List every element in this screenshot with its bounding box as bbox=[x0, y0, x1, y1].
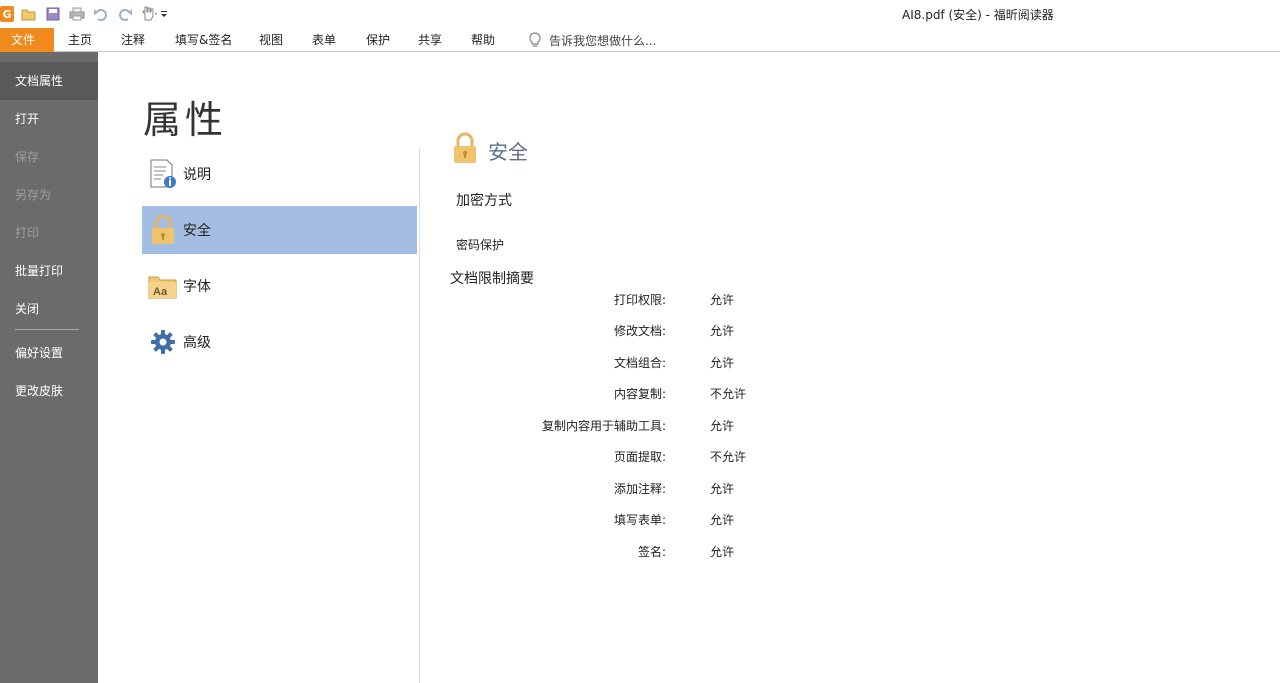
lightbulb-icon bbox=[529, 32, 541, 47]
permission-key: 内容复制: bbox=[613, 387, 666, 401]
document-info-icon bbox=[148, 158, 178, 190]
customize-dropdown-icon[interactable] bbox=[160, 5, 168, 23]
save-icon[interactable] bbox=[44, 5, 62, 23]
permission-key: 签名: bbox=[637, 545, 666, 559]
permission-key: 打印权限: bbox=[613, 293, 666, 307]
nav-item-document-properties[interactable]: 文档属性 bbox=[0, 62, 98, 100]
open-icon[interactable] bbox=[20, 5, 38, 23]
hand-tool-icon[interactable] bbox=[140, 5, 158, 23]
tab-form[interactable]: 表单 bbox=[312, 28, 336, 52]
nav-divider bbox=[15, 329, 79, 330]
permission-value: 允许 bbox=[710, 482, 735, 496]
category-advanced[interactable]: 高级 bbox=[142, 318, 417, 366]
tell-me-placeholder: 告诉我您想做什么... bbox=[549, 33, 657, 48]
permission-value: 允许 bbox=[710, 324, 735, 338]
tab-fill-sign[interactable]: 填写&签名 bbox=[175, 28, 232, 52]
category-description-label: 说明 bbox=[183, 167, 211, 183]
permission-key: 页面提取: bbox=[613, 450, 666, 464]
security-title: 安全 bbox=[488, 139, 528, 164]
tab-view[interactable]: 视图 bbox=[259, 28, 283, 52]
permission-key: 添加注释: bbox=[613, 482, 666, 496]
nav-item-preferences[interactable]: 偏好设置 bbox=[0, 334, 98, 372]
security-section-header: 安全 bbox=[452, 132, 528, 168]
permission-row: 填写表单: 允许 bbox=[470, 511, 790, 531]
permission-value: 不允许 bbox=[710, 387, 747, 401]
permission-key: 复制内容用于辅助工具: bbox=[541, 419, 666, 433]
category-security-label: 安全 bbox=[183, 223, 211, 239]
permission-value: 允许 bbox=[710, 513, 735, 527]
nav-item-print: 打印 bbox=[15, 226, 40, 240]
permission-row: 文档组合: 允许 bbox=[470, 354, 790, 374]
print-icon[interactable] bbox=[68, 5, 86, 23]
tell-me-search[interactable]: 告诉我您想做什么... bbox=[528, 28, 656, 52]
font-folder-icon: Aa bbox=[148, 270, 178, 302]
window-title: AI8.pdf (安全) - 福昕阅读器 bbox=[902, 8, 1054, 22]
tab-share[interactable]: 共享 bbox=[418, 28, 442, 52]
ribbon-tab-bar: 文件 主页 注释 填写&签名 视图 表单 保护 共享 帮助 告诉我您想做什么..… bbox=[0, 28, 1280, 52]
nav-item-batch-print[interactable]: 批量打印 bbox=[0, 252, 98, 290]
permission-value: 不允许 bbox=[710, 450, 747, 464]
permission-row: 添加注释: 允许 bbox=[470, 480, 790, 500]
category-security[interactable]: 安全 bbox=[142, 206, 417, 254]
encryption-method-label: 加密方式 bbox=[456, 193, 512, 209]
restriction-summary-heading: 文档限制摘要 bbox=[450, 271, 534, 287]
lock-icon bbox=[452, 132, 478, 168]
permission-row: 签名: 允许 bbox=[470, 543, 790, 563]
svg-text:Aa: Aa bbox=[153, 286, 168, 298]
tab-file[interactable]: 文件 bbox=[0, 28, 54, 52]
permission-key: 文档组合: bbox=[613, 356, 666, 370]
nav-item-open[interactable]: 打开 bbox=[0, 100, 98, 138]
tab-home[interactable]: 主页 bbox=[68, 28, 92, 52]
app-logo-icon[interactable]: G bbox=[0, 6, 14, 22]
panel-divider bbox=[419, 148, 420, 683]
permission-value: 允许 bbox=[710, 419, 735, 433]
tab-comment[interactable]: 注释 bbox=[121, 28, 145, 52]
tab-help[interactable]: 帮助 bbox=[471, 28, 495, 52]
gear-icon bbox=[148, 326, 178, 358]
permission-value: 允许 bbox=[710, 545, 735, 559]
undo-icon[interactable] bbox=[92, 5, 110, 23]
permission-row: 打印权限: 允许 bbox=[470, 291, 790, 311]
redo-icon[interactable] bbox=[116, 5, 134, 23]
category-description[interactable]: 说明 bbox=[142, 150, 417, 198]
title-bar: G AI8.pdf (安全) - 福昕阅读器 bbox=[0, 0, 1280, 28]
encryption-method-value: 密码保护 bbox=[456, 238, 505, 252]
nav-item-save-as: 另存为 bbox=[15, 188, 52, 202]
page-title: 属性 bbox=[143, 98, 228, 142]
lock-icon bbox=[148, 214, 178, 246]
nav-item-save: 保存 bbox=[15, 150, 40, 164]
permission-value: 允许 bbox=[710, 293, 735, 307]
permission-row: 内容复制: 不允许 bbox=[470, 385, 790, 405]
category-fonts-label: 字体 bbox=[183, 279, 211, 295]
permission-row: 修改文档: 允许 bbox=[470, 322, 790, 342]
quick-access-toolbar: G bbox=[0, 3, 168, 25]
nav-item-close[interactable]: 关闭 bbox=[0, 290, 98, 328]
permission-key: 修改文档: bbox=[613, 324, 666, 338]
permission-value: 允许 bbox=[710, 356, 735, 370]
category-advanced-label: 高级 bbox=[183, 335, 211, 351]
backstage-nav: 文档属性 打开 保存 另存为 打印 批量打印 关闭 偏好设置 更改皮肤 bbox=[0, 52, 98, 683]
permission-row: 页面提取: 不允许 bbox=[470, 448, 790, 468]
tab-protect[interactable]: 保护 bbox=[366, 28, 390, 52]
permission-row: 复制内容用于辅助工具: 允许 bbox=[470, 417, 790, 437]
category-fonts[interactable]: Aa 字体 bbox=[142, 262, 417, 310]
nav-item-change-skin[interactable]: 更改皮肤 bbox=[0, 372, 98, 410]
permission-key: 填写表单: bbox=[613, 513, 666, 527]
